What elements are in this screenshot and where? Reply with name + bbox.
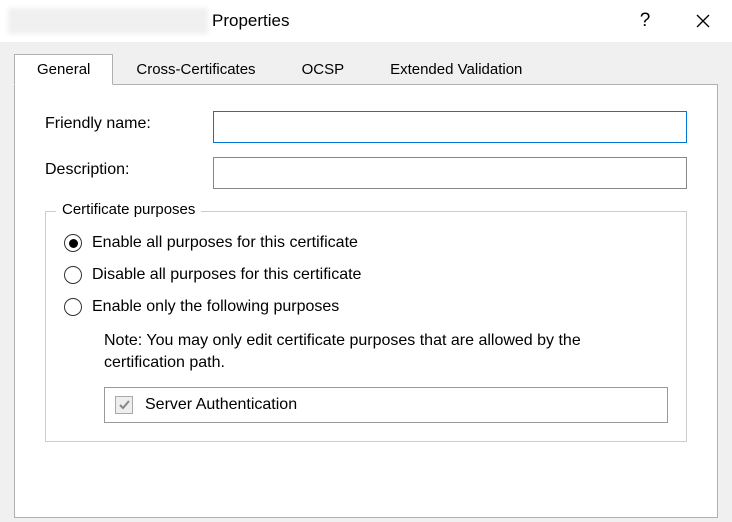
purposes-note: Note: You may only edit certificate purp… (104, 330, 660, 375)
close-icon (696, 14, 710, 28)
radio-disable-all[interactable]: Disable all purposes for this certificat… (64, 266, 668, 284)
certificate-purposes-legend: Certificate purposes (56, 201, 201, 218)
radio-icon (64, 298, 82, 316)
radio-disable-all-label: Disable all purposes for this certificat… (92, 266, 361, 284)
titlebar-redacted (8, 8, 208, 34)
purpose-item[interactable]: Server Authentication (115, 396, 657, 414)
description-input[interactable] (213, 157, 687, 189)
window-title: Properties (212, 11, 289, 31)
tab-cross-certificates[interactable]: Cross-Certificates (113, 54, 278, 84)
radio-enable-only-label: Enable only the following purposes (92, 298, 339, 316)
radio-enable-all-label: Enable all purposes for this certificate (92, 234, 358, 252)
general-panel: Friendly name: Description: Certificate … (14, 84, 718, 518)
help-button[interactable]: ? (616, 0, 674, 42)
close-button[interactable] (674, 0, 732, 42)
certificate-purposes-group: Certificate purposes Enable all purposes… (45, 211, 687, 442)
description-row: Description: (45, 157, 687, 189)
titlebar: Properties ? (0, 0, 732, 42)
tab-strip: General Cross-Certificates OCSP Extended… (14, 54, 718, 84)
radio-icon (64, 266, 82, 284)
radio-enable-all[interactable]: Enable all purposes for this certificate (64, 234, 668, 252)
friendly-name-row: Friendly name: (45, 111, 687, 143)
description-label: Description: (45, 157, 213, 179)
tab-extended-validation[interactable]: Extended Validation (367, 54, 545, 84)
dialog-body: General Cross-Certificates OCSP Extended… (0, 42, 732, 522)
tab-general[interactable]: General (14, 54, 113, 85)
purpose-label: Server Authentication (145, 396, 297, 414)
radio-icon (64, 234, 82, 252)
checkbox-icon (115, 396, 133, 414)
friendly-name-input[interactable] (213, 111, 687, 143)
radio-enable-only[interactable]: Enable only the following purposes (64, 298, 668, 316)
purpose-list: Server Authentication (104, 387, 668, 423)
friendly-name-label: Friendly name: (45, 111, 213, 133)
tab-ocsp[interactable]: OCSP (279, 54, 368, 84)
